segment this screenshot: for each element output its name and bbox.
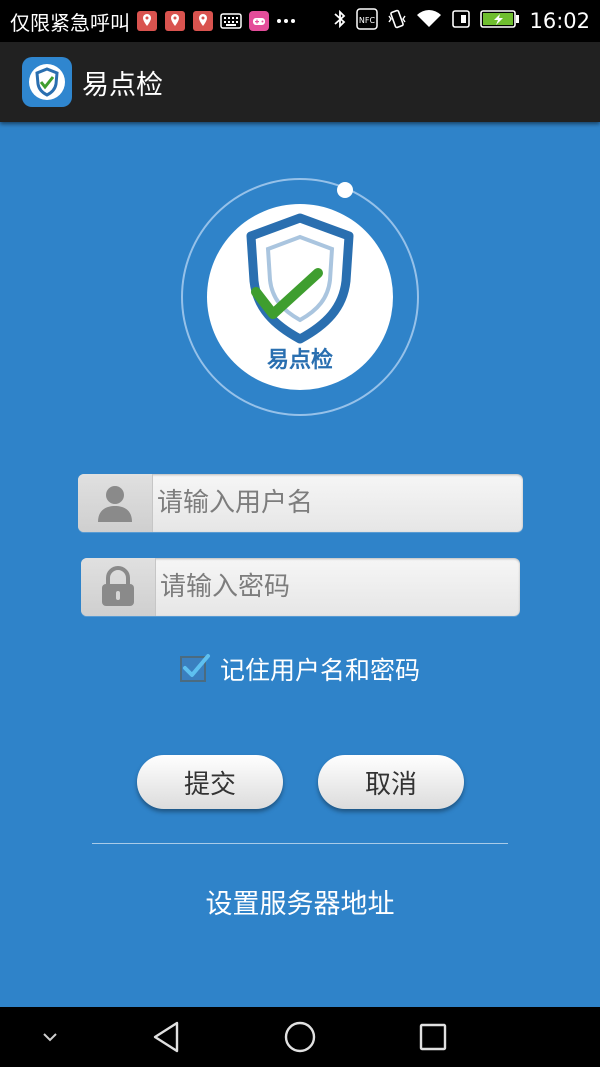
vibrate-icon — [387, 8, 407, 34]
app-icon — [22, 57, 72, 107]
login-screen: 易点检 记住用户名和密码 提交 — [0, 122, 600, 1007]
home-circle-icon — [284, 1021, 316, 1053]
back-button[interactable] — [146, 1007, 186, 1067]
checkmark-icon — [183, 654, 210, 677]
password-field[interactable] — [81, 558, 520, 616]
status-time: 16:02 — [529, 9, 590, 33]
submit-button[interactable]: 提交 — [137, 755, 283, 809]
remember-label: 记住用户名和密码 — [220, 656, 421, 685]
sim-status-icon — [451, 8, 471, 34]
app-title: 易点检 — [82, 69, 163, 101]
chevron-down-icon — [43, 1033, 57, 1042]
username-input[interactable] — [153, 474, 523, 532]
map-location-icon — [136, 10, 158, 32]
lock-icon-box — [81, 558, 156, 616]
remember-credentials[interactable]: 记住用户名和密码 — [180, 652, 420, 686]
nfc-text: NFC — [359, 16, 376, 25]
status-indicators: NFC 16:02 — [333, 8, 590, 34]
server-settings-link[interactable]: 设置服务器地址 — [0, 882, 600, 921]
map-location-icon — [192, 10, 214, 32]
cancel-button[interactable]: 取消 — [318, 755, 464, 809]
username-field[interactable] — [78, 474, 523, 532]
bluetooth-icon — [333, 8, 347, 34]
nfc-icon: NFC — [356, 8, 379, 34]
lock-icon — [102, 566, 134, 606]
back-triangle-icon — [153, 1021, 179, 1053]
battery-charging-icon — [480, 9, 520, 33]
password-input[interactable] — [156, 558, 520, 616]
status-bar: 仅限紧急呼叫 NFC 16:02 — [0, 0, 600, 42]
hide-keyboard-button[interactable] — [30, 1007, 70, 1067]
remember-checkbox[interactable] — [180, 654, 210, 682]
user-icon-box — [78, 474, 153, 532]
user-icon — [98, 486, 132, 522]
app-bar: 易点检 — [0, 42, 600, 122]
game-controller-icon — [248, 10, 270, 32]
navigation-bar — [0, 1007, 600, 1067]
app-logo: 易点检 — [180, 177, 420, 417]
home-button[interactable] — [280, 1007, 320, 1067]
recents-square-icon — [419, 1023, 447, 1051]
recents-button[interactable] — [413, 1007, 453, 1067]
more-notifications-icon — [276, 18, 296, 24]
carrier-text: 仅限紧急呼叫 — [10, 10, 130, 35]
logo-text: 易点检 — [267, 347, 333, 373]
keyboard-icon — [220, 13, 242, 29]
divider — [92, 843, 508, 844]
map-location-icon — [164, 10, 186, 32]
wifi-icon — [416, 9, 442, 33]
